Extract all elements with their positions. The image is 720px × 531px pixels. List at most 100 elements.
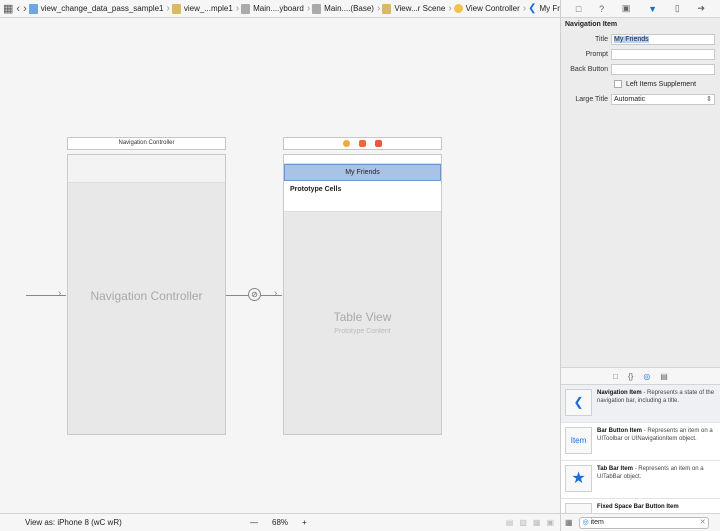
large-title-label: Large Title <box>575 95 608 103</box>
list-item[interactable]: Item Bar Button Item - Represents an ite… <box>561 423 720 461</box>
breadcrumb-folder[interactable]: view_...mple1 › <box>171 3 239 14</box>
forward-arrow-icon[interactable]: › <box>23 3 27 15</box>
code-snippet-icon[interactable]: {} <box>628 372 633 381</box>
navigation-controller-scene[interactable]: Navigation Controller <box>67 154 226 435</box>
grid-view-icon[interactable]: ▦ <box>565 518 573 527</box>
breadcrumb-label: view_change_data_pass_sample1 <box>40 4 164 13</box>
breadcrumb-label: view_...mple1 <box>183 4 233 13</box>
file-template-icon[interactable]: □ <box>613 372 618 381</box>
attributes-inspector-icon[interactable]: ▼ <box>648 4 657 14</box>
list-item-desc: Navigation Item - Represents a state of … <box>597 389 716 418</box>
view-as-button[interactable]: View as: iPhone 8 (ᴡC ᴡR) <box>25 518 122 527</box>
breadcrumb-storyboard[interactable]: Main....yboard › <box>241 3 310 14</box>
scene-icon <box>382 3 392 14</box>
folder-icon <box>171 3 181 14</box>
breadcrumb-label: Main....yboard <box>253 4 304 13</box>
title-row: Title My Friends <box>561 32 720 46</box>
list-item-desc: Bar Button Item - Represents an item on … <box>597 427 716 456</box>
object-library-icon[interactable]: ◎ <box>643 372 650 381</box>
left-items-row: Left Items Supplement <box>561 77 720 91</box>
exit-icon[interactable] <box>375 140 382 147</box>
list-item[interactable]: ★ Tab Bar Item - Represents an item on a… <box>561 461 720 499</box>
quick-help-icon[interactable]: ? <box>599 4 604 14</box>
breadcrumb-storyboard-base[interactable]: Main....(Base) › <box>312 3 380 14</box>
pin-icon[interactable]: ▧ <box>519 518 527 527</box>
list-item-title: Navigation Item <box>597 390 642 396</box>
breadcrumb-label: View Controller <box>465 4 520 13</box>
library-filter-bar: ▦ ◎ item ✕ <box>561 513 720 531</box>
title-value: My Friends <box>614 35 649 43</box>
title-label: Title <box>595 35 608 43</box>
back-button-label: Back Button <box>570 65 608 73</box>
fixed-space-icon <box>565 503 592 513</box>
media-library-icon[interactable]: ▤ <box>660 372 668 381</box>
table-view-label: Table View <box>333 310 392 324</box>
inspector-panel: □ ? ▣ ▼ ▯ ➜ Navigation Item Title My Fri… <box>560 0 720 531</box>
view-controller-icon[interactable] <box>343 140 350 147</box>
list-item-desc: Tab Bar Item - Represents an item on a U… <box>597 465 716 494</box>
identity-inspector-icon[interactable]: ▣ <box>622 3 631 14</box>
storyboard-icon <box>241 3 251 14</box>
zoom-out-button[interactable]: — <box>250 518 258 527</box>
large-title-row: Large Title Automatic ⇕ <box>561 92 720 106</box>
section-title: Navigation Item <box>565 21 618 28</box>
scene-dock <box>283 137 442 150</box>
nav-controller-label: Navigation Controller <box>90 289 203 303</box>
file-inspector-icon[interactable]: □ <box>576 4 581 14</box>
prototype-cells-label[interactable]: Prototype Cells <box>284 181 441 212</box>
zoom-in-button[interactable]: + <box>302 518 307 527</box>
nav-bar-placeholder <box>68 155 225 183</box>
breadcrumb-label: Main....(Base) <box>324 4 374 13</box>
filter-value: item <box>590 518 604 526</box>
nav-scene-title[interactable]: Navigation Controller <box>67 137 226 150</box>
left-items-label: Left Items Supplement <box>626 80 697 88</box>
segue-icon[interactable]: ⊘ <box>248 288 261 301</box>
navigation-bar[interactable]: My Friends <box>284 164 441 181</box>
first-responder-icon[interactable] <box>359 140 366 147</box>
connections-inspector-icon[interactable]: ➜ <box>698 3 706 14</box>
breadcrumb-view-controller[interactable]: View Controller › <box>453 3 526 14</box>
table-view-sub-label: Prototype Content <box>334 328 391 335</box>
view-controller-scene[interactable]: My Friends Prototype Cells Table View Pr… <box>283 154 442 435</box>
breadcrumb-label: View...r Scene <box>394 4 446 13</box>
storyboard-icon <box>312 3 322 14</box>
back-arrow-icon[interactable]: ‹ <box>16 3 20 15</box>
left-items-checkbox[interactable] <box>614 80 622 88</box>
storyboard-canvas[interactable]: Navigation Controller › Navigation Contr… <box>0 18 560 513</box>
grid-icon[interactable]: ▦ <box>3 2 13 15</box>
large-title-select[interactable]: Automatic ⇕ <box>611 93 715 105</box>
jump-bar: ▦ ‹ › view_change_data_pass_sample1 › vie… <box>0 0 560 18</box>
embed-icon[interactable]: ▣ <box>546 518 554 527</box>
inspector-tabs: □ ? ▣ ▼ ▯ ➜ <box>561 0 720 18</box>
list-item[interactable]: Fixed Space Bar Button Item <box>561 499 720 513</box>
zoom-level[interactable]: 68% <box>272 518 288 527</box>
segue-arrowhead-icon: › <box>274 288 278 299</box>
list-item-title: Tab Bar Item <box>597 466 633 472</box>
prompt-field[interactable] <box>611 48 715 60</box>
large-title-value: Automatic <box>614 95 646 103</box>
list-item-desc: Fixed Space Bar Button Item <box>597 503 679 513</box>
chevron-updown-icon: ⇕ <box>706 95 712 103</box>
filter-input[interactable]: ◎ item ✕ <box>578 516 709 529</box>
filter-icon: ◎ <box>582 518 589 526</box>
resolve-icon[interactable]: ▦ <box>533 518 541 527</box>
size-inspector-icon[interactable]: ▯ <box>675 3 680 14</box>
prompt-label: Prompt <box>585 50 608 58</box>
list-item-title: Bar Button Item <box>597 428 642 434</box>
list-item-title: Fixed Space Bar Button Item <box>597 504 679 510</box>
align-icon[interactable]: ▤ <box>506 518 514 527</box>
back-chevron-icon: ❮ <box>565 389 592 416</box>
clear-icon[interactable]: ✕ <box>700 518 706 528</box>
breadcrumb-project[interactable]: view_change_data_pass_sample1 › <box>28 3 170 14</box>
back-button-field[interactable] <box>611 63 715 75</box>
item-text-icon: Item <box>565 427 592 454</box>
view-controller-icon <box>453 4 463 13</box>
list-item[interactable]: ❮ Navigation Item - Represents a state o… <box>561 385 720 423</box>
back-button-row: Back Button <box>561 62 720 76</box>
breadcrumb-label: My Friends <box>539 4 561 13</box>
title-field[interactable]: My Friends <box>611 33 715 45</box>
breadcrumb-nav-item[interactable]: ❮My Friends <box>528 3 560 14</box>
star-icon: ★ <box>565 465 592 492</box>
breadcrumb-scene[interactable]: View...r Scene › <box>382 3 452 14</box>
object-library-list: ❮ Navigation Item - Represents a state o… <box>561 385 720 513</box>
